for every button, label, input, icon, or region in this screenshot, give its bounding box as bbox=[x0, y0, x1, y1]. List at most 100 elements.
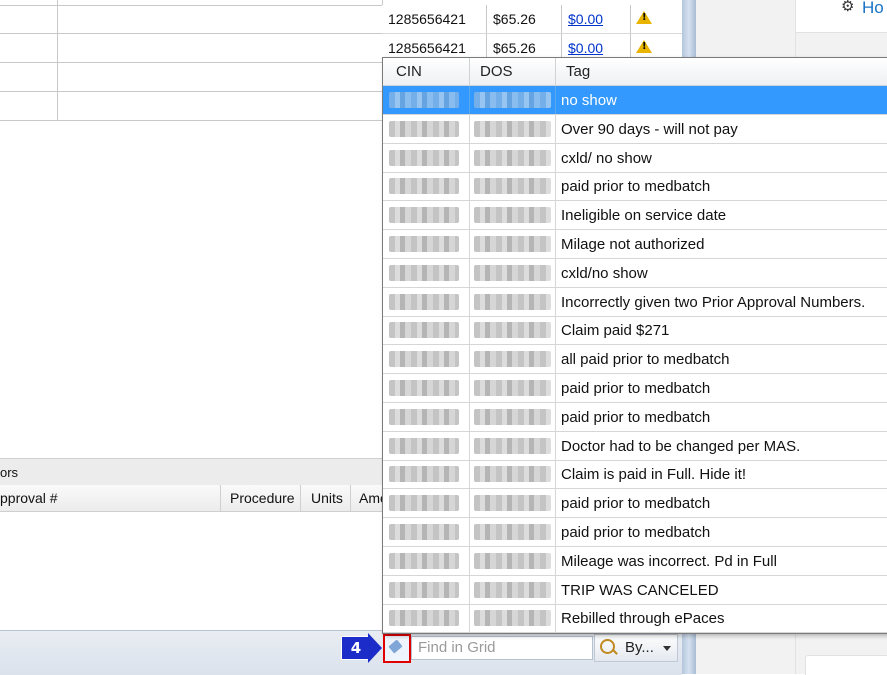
tag-list-item[interactable]: no show bbox=[383, 86, 887, 115]
popup-column-headers: CIN DOS Tag bbox=[383, 58, 887, 86]
tag-list-item[interactable]: paid prior to medbatch bbox=[383, 402, 887, 432]
errors-column-headers: pproval # Procedure Units Amo bbox=[0, 485, 388, 512]
tag-list-item[interactable]: Mileage was incorrect. Pd in Full bbox=[383, 546, 887, 576]
redacted-dos bbox=[474, 581, 551, 598]
grid-row[interactable] bbox=[0, 5, 383, 34]
warning-icon[interactable] bbox=[636, 40, 652, 53]
column-header-dos[interactable]: DOS bbox=[480, 63, 513, 80]
tag-list-item[interactable]: paid prior to medbatch bbox=[383, 172, 887, 202]
tag-list-item[interactable]: all paid prior to medbatch bbox=[383, 345, 887, 375]
column-header-approval[interactable]: pproval # bbox=[0, 490, 58, 506]
claim-amount: $65.26 bbox=[493, 40, 536, 56]
tag-text: Incorrectly given two Prior Approval Num… bbox=[561, 293, 866, 311]
tag-list-item[interactable]: cxld/ no show bbox=[383, 143, 887, 173]
claim-row[interactable]: 1285656421 $65.26 $0.00 bbox=[382, 5, 682, 34]
errors-grid-body bbox=[0, 512, 382, 630]
redacted-dos bbox=[474, 293, 551, 310]
tag-text: TRIP WAS CANCELED bbox=[561, 581, 719, 599]
tag-list-item[interactable]: Milage not authorized bbox=[383, 230, 887, 259]
find-in-grid-input[interactable] bbox=[412, 637, 594, 657]
redacted-cin bbox=[389, 322, 459, 339]
tag-text: Mileage was incorrect. Pd in Full bbox=[561, 552, 777, 570]
tag-list-item[interactable]: Doctor had to be changed per MAS. bbox=[383, 431, 887, 461]
tag-icon bbox=[388, 639, 403, 654]
redacted-cin bbox=[389, 380, 459, 396]
tag-text: Claim is paid in Full. Hide it! bbox=[561, 466, 747, 484]
search-by-dropdown[interactable]: By... bbox=[594, 634, 678, 662]
tag-text: paid prior to medbatch bbox=[561, 178, 711, 196]
tag-text: no show bbox=[561, 92, 617, 109]
redacted-cin bbox=[389, 581, 459, 598]
redacted-cin bbox=[389, 178, 459, 195]
redacted-dos bbox=[474, 236, 551, 252]
tag-text: cxld/ no show bbox=[561, 149, 652, 167]
redacted-dos bbox=[474, 264, 551, 281]
magnifier-icon bbox=[600, 639, 615, 654]
tag-text: Rebilled through ePaces bbox=[561, 610, 725, 628]
redacted-cin bbox=[389, 552, 459, 569]
panel-card bbox=[805, 655, 887, 675]
redacted-cin bbox=[389, 495, 459, 512]
gear-icon: ⚙ bbox=[841, 0, 855, 15]
warning-icon[interactable] bbox=[636, 11, 652, 24]
redacted-dos bbox=[474, 207, 551, 224]
search-by-label: By... bbox=[625, 639, 654, 656]
redacted-dos bbox=[474, 408, 551, 425]
step-arrow-icon bbox=[368, 633, 382, 663]
tag-dropdown-grid[interactable]: CIN DOS Tag no show Over 90 days - will n… bbox=[382, 57, 887, 634]
redacted-dos bbox=[474, 437, 551, 454]
tag-text: all paid prior to medbatch bbox=[561, 351, 730, 369]
home-link[interactable]: Ho bbox=[862, 0, 884, 18]
redacted-cin bbox=[389, 351, 459, 368]
claim-amount: $65.26 bbox=[493, 11, 536, 27]
grid-row[interactable] bbox=[0, 92, 383, 121]
tag-text: Milage not authorized bbox=[561, 236, 705, 253]
claim-cin: 1285656421 bbox=[388, 11, 466, 27]
find-in-grid-field[interactable] bbox=[411, 636, 594, 660]
tag-text: Ineligible on service date bbox=[561, 207, 727, 225]
redacted-dos bbox=[474, 495, 551, 512]
tag-filter-button[interactable] bbox=[383, 634, 411, 663]
step-number-badge: 4 bbox=[341, 636, 371, 660]
chevron-down-icon bbox=[663, 646, 671, 651]
tag-list-item[interactable]: paid prior to medbatch bbox=[383, 518, 887, 547]
redacted-dos bbox=[474, 120, 551, 137]
tag-list-item[interactable]: Claim is paid in Full. Hide it! bbox=[383, 460, 887, 490]
redacted-cin bbox=[389, 610, 459, 627]
tag-list-item[interactable]: Claim paid $271 bbox=[383, 316, 887, 346]
redacted-dos bbox=[474, 351, 551, 368]
tag-text: paid prior to medbatch bbox=[561, 495, 711, 513]
tag-text: cxld/no show bbox=[561, 264, 648, 282]
claim-paid-link[interactable]: $0.00 bbox=[568, 40, 603, 56]
tag-text: paid prior to medbatch bbox=[561, 408, 711, 426]
tag-list-item[interactable]: cxld/no show bbox=[383, 258, 887, 288]
column-header-cin[interactable]: CIN bbox=[396, 63, 422, 80]
redacted-cin bbox=[389, 264, 459, 281]
errors-section-header: ors bbox=[0, 458, 382, 485]
redacted-dos bbox=[474, 610, 551, 627]
grid-row[interactable] bbox=[0, 63, 383, 92]
redacted-cin bbox=[389, 293, 459, 310]
redacted-dos bbox=[474, 466, 551, 483]
column-header-procedure[interactable]: Procedure bbox=[230, 490, 295, 506]
claim-paid-link[interactable]: $0.00 bbox=[568, 11, 603, 27]
tag-list-item[interactable]: Rebilled through ePaces bbox=[383, 604, 887, 634]
column-header-tag[interactable]: Tag bbox=[566, 63, 590, 80]
redacted-cin bbox=[389, 207, 459, 224]
redacted-cin bbox=[389, 408, 459, 425]
tag-list-item[interactable]: Ineligible on service date bbox=[383, 201, 887, 231]
tag-text: paid prior to medbatch bbox=[561, 524, 711, 541]
tag-list-item[interactable]: paid prior to medbatch bbox=[383, 374, 887, 403]
home-card[interactable]: ⚙ Ho bbox=[795, 0, 887, 33]
tag-list-item[interactable]: paid prior to medbatch bbox=[383, 489, 887, 519]
claim-cin: 1285656421 bbox=[388, 40, 466, 56]
grid-row[interactable] bbox=[0, 34, 383, 63]
redacted-dos bbox=[474, 92, 551, 108]
tag-text: Claim paid $271 bbox=[561, 322, 670, 340]
redacted-cin bbox=[389, 149, 459, 166]
tag-list-item[interactable]: TRIP WAS CANCELED bbox=[383, 575, 887, 605]
tag-list-item[interactable]: Over 90 days - will not pay bbox=[383, 114, 887, 144]
tag-list-item[interactable]: Incorrectly given two Prior Approval Num… bbox=[383, 287, 887, 317]
tag-text: Over 90 days - will not pay bbox=[561, 120, 738, 138]
column-header-units[interactable]: Units bbox=[311, 490, 343, 506]
